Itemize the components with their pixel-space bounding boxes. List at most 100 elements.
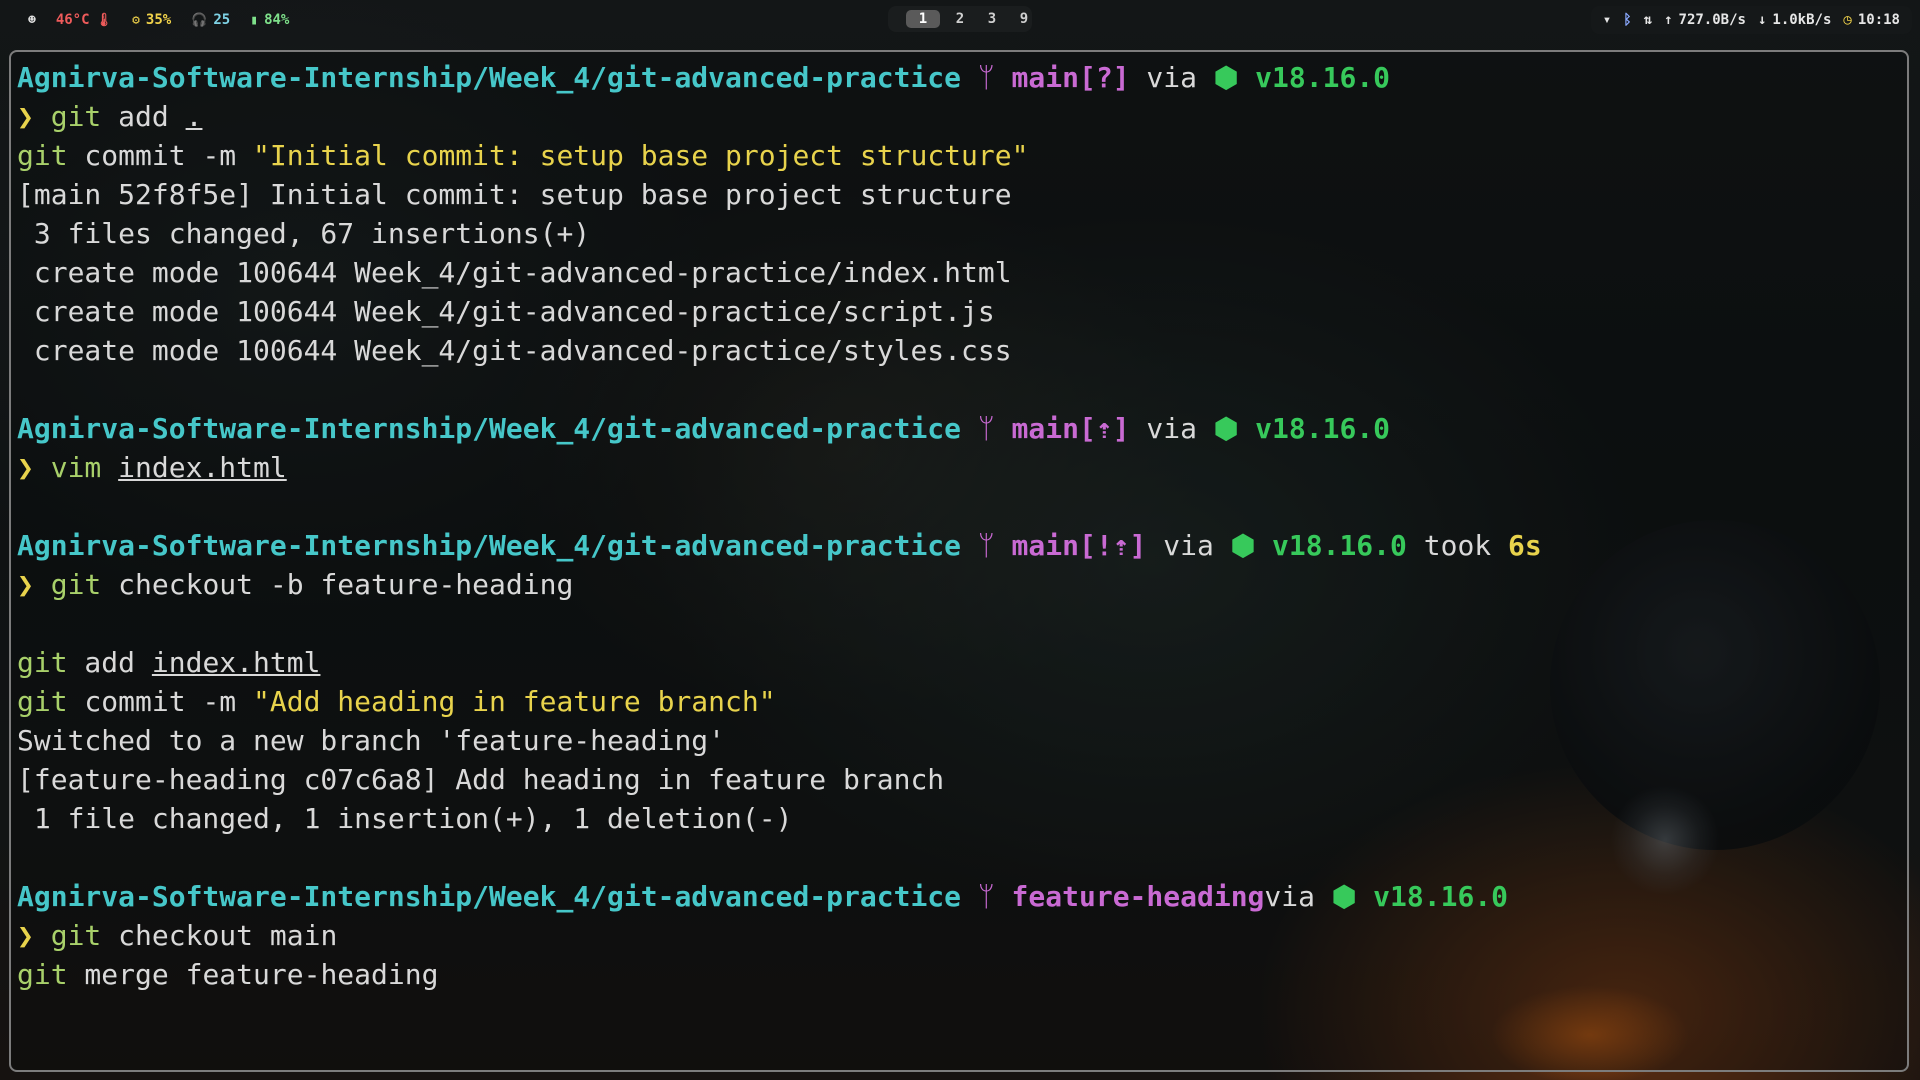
command-name: vim [50, 451, 102, 484]
command-line: ❯ vim index.html [17, 448, 1907, 487]
output-line: 3 files changed, 67 insertions(+) [17, 217, 591, 250]
output-line: 1 file changed, 1 insertion(+), 1 deleti… [17, 802, 793, 835]
output-line: [main 52f8f5e] Initial commit: setup bas… [17, 178, 1012, 211]
prompt-line: Agnirva-Software-Internship/Week_4/git-a… [17, 58, 1907, 97]
command-args: merge feature-heading [67, 958, 439, 991]
command-line: ❯ git add . [17, 97, 1907, 136]
battery-status: ▮ 84% [250, 12, 289, 28]
output-line: Switched to a new branch 'feature-headin… [17, 724, 726, 757]
workspace-switcher: 1 2 3 9 [888, 6, 1032, 32]
git-branch-icon: ᛘ [977, 412, 995, 445]
command-line: ❯ git checkout -b feature-heading [17, 565, 1907, 604]
command-name: git [17, 139, 68, 172]
node-icon: ⬢ [1213, 412, 1239, 445]
launcher-button[interactable]: ☻ [28, 13, 36, 28]
user-icon: ☻ [28, 12, 36, 28]
command-path-arg: index.html [151, 646, 321, 679]
prompt-path: Agnirva-Software-Internship/Week_4/git-a… [17, 880, 962, 913]
prompt-chevron: ❯ [17, 451, 34, 484]
command-args: checkout main [101, 919, 338, 952]
temperature-status: 46°C 🌡 [56, 12, 112, 28]
command-args: checkout -b feature-heading [101, 568, 574, 601]
download-value: 1.0kB/s [1772, 12, 1832, 28]
command-path-arg: index.html [118, 451, 287, 484]
battery-value: 84% [264, 12, 290, 28]
command-line: git add index.html [17, 643, 1907, 682]
took-label: took [1423, 529, 1492, 562]
command-line: git merge feature-heading [17, 955, 1907, 994]
output-line: create mode 100644 Week_4/git-advanced-p… [17, 334, 1012, 367]
workspace-2[interactable]: 2 [948, 10, 972, 28]
clock-icon: ◷ [1843, 12, 1852, 28]
prompt-path: Agnirva-Software-Internship/Week_4/git-a… [17, 529, 962, 562]
command-line: git commit -m "Add heading in feature br… [17, 682, 1907, 721]
command-name: git [50, 919, 102, 952]
command-path-arg: . [185, 100, 203, 133]
clock[interactable]: ◷ 10:18 [1843, 12, 1900, 28]
prompt-chevron: ❯ [17, 919, 34, 952]
output-line: create mode 100644 Week_4/git-advanced-p… [17, 295, 995, 328]
volume-value: 25 [213, 12, 231, 28]
git-branch-status: main[⇡] [1011, 412, 1130, 445]
command-line: ❯ git checkout main [17, 916, 1907, 955]
terminal-window[interactable]: Agnirva-Software-Internship/Week_4/git-a… [9, 50, 1909, 1072]
workspace-3[interactable]: 3 [980, 10, 1004, 28]
workspace-1[interactable]: 1 [906, 10, 940, 28]
prompt-path: Agnirva-Software-Internship/Week_4/git-a… [17, 61, 962, 94]
thermometer-icon: 🌡 [95, 12, 113, 28]
top-bar: ☻ 46°C 🌡 ⚙ 35% 🎧 25 ▮ 84% 1 2 3 9 ▾ ᛒ ⇅ … [0, 0, 1920, 40]
command-duration: 6s [1508, 529, 1542, 562]
workspace-9[interactable]: 9 [1012, 10, 1036, 28]
via-label: via [1146, 412, 1197, 445]
command-line: git commit -m "Initial commit: setup bas… [17, 136, 1907, 175]
desktop: ☻ 46°C 🌡 ⚙ 35% 🎧 25 ▮ 84% 1 2 3 9 ▾ ᛒ ⇅ … [0, 0, 1920, 1080]
output-line: create mode 100644 Week_4/git-advanced-p… [17, 256, 1012, 289]
prompt-line: Agnirva-Software-Internship/Week_4/git-a… [17, 877, 1907, 916]
node-version: v18.16.0 [1373, 880, 1509, 913]
prompt-line: Agnirva-Software-Internship/Week_4/git-a… [17, 526, 1907, 565]
command-name: git [50, 568, 102, 601]
via-label: via [1146, 61, 1197, 94]
download-speed: ↓ 1.0kB/s [1758, 12, 1831, 28]
prompt-path: Agnirva-Software-Internship/Week_4/git-a… [17, 412, 962, 445]
prompt-chevron: ❯ [17, 100, 34, 133]
network-icon[interactable]: ⇅ [1644, 12, 1652, 28]
command-args: commit -m [67, 685, 254, 718]
prompt-chevron: ❯ [17, 568, 34, 601]
git-branch-status: feature-heading [1011, 880, 1265, 913]
command-string-arg: "Initial commit: setup base project stru… [253, 139, 1029, 172]
via-label: via [1163, 529, 1214, 562]
command-args: add [101, 100, 186, 133]
command-string-arg: "Add heading in feature branch" [253, 685, 776, 718]
node-version: v18.16.0 [1272, 529, 1407, 562]
command-args: add [67, 646, 152, 679]
bluetooth-icon[interactable]: ᛒ [1623, 12, 1631, 28]
output-line: [feature-heading c07c6a8] Add heading in… [17, 763, 945, 796]
volume-status[interactable]: 🎧 25 [191, 12, 230, 28]
tray: ▾ ᛒ ⇅ ↑ 727.0B/s ↓ 1.0kB/s ◷ 10:18 [1590, 6, 1912, 34]
upload-value: 727.0B/s [1678, 12, 1746, 28]
battery-icon: ▮ [250, 12, 259, 28]
node-icon: ⬢ [1230, 529, 1256, 562]
wifi-icon[interactable]: ▾ [1603, 12, 1611, 28]
upload-icon: ↑ [1664, 12, 1673, 28]
git-branch-icon: ᛘ [977, 529, 995, 562]
upload-speed: ↑ 727.0B/s [1664, 12, 1746, 28]
git-branch-icon: ᛘ [977, 61, 995, 94]
git-branch-icon: ᛘ [977, 880, 995, 913]
git-branch-status: main[!⇡] [1011, 529, 1147, 562]
download-icon: ↓ [1757, 12, 1767, 28]
via-label: via [1264, 880, 1315, 913]
command-name: git [50, 100, 102, 133]
node-version: v18.16.0 [1255, 61, 1391, 94]
command-name: git [17, 958, 68, 991]
headphones-icon: 🎧 [191, 12, 208, 28]
node-icon: ⬢ [1213, 61, 1239, 94]
command-name: git [17, 646, 68, 679]
clock-time: 10:18 [1857, 12, 1900, 28]
temperature-value: 46°C [55, 12, 90, 28]
